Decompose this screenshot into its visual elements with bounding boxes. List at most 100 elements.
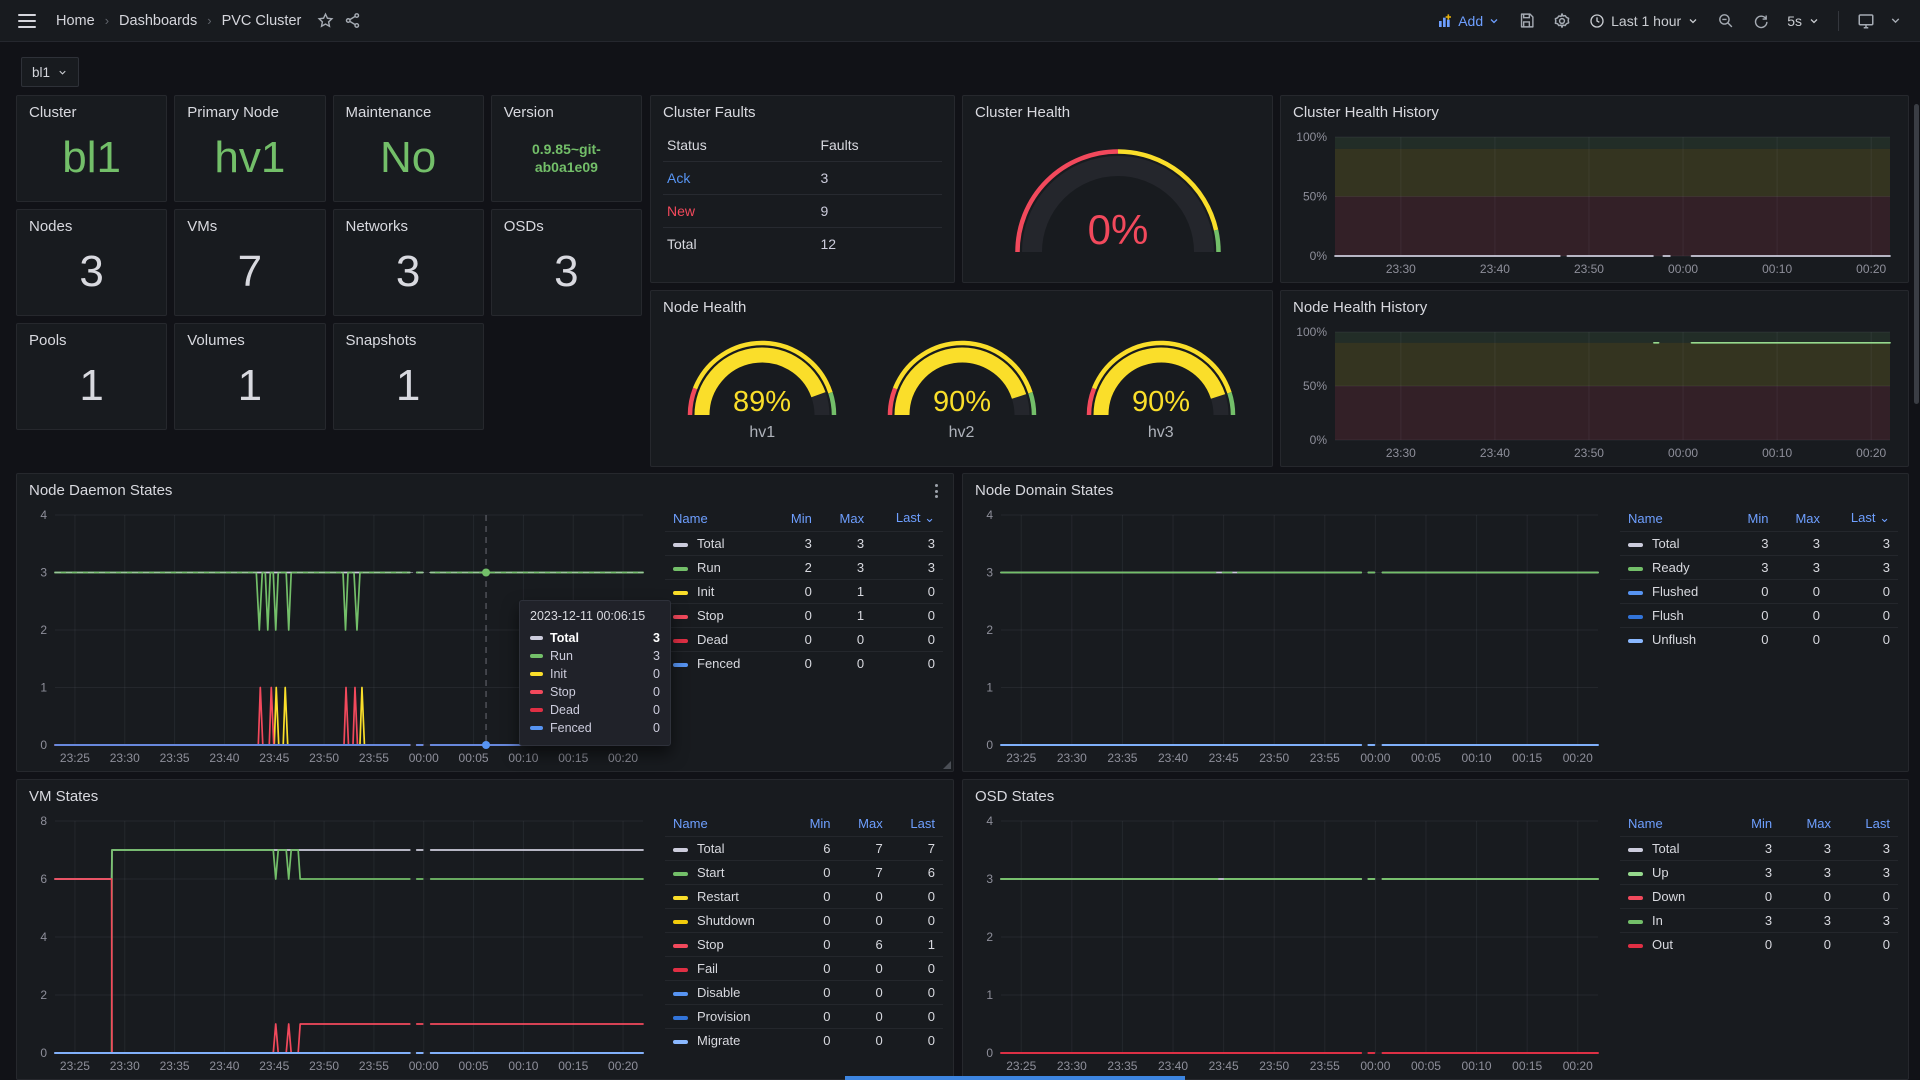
legend-series-name[interactable]: Fail [665,957,791,981]
node-health-history-chart[interactable]: 0%50%100%23:3023:4023:5000:0000:1000:20 [1289,324,1900,462]
legend-col-name[interactable]: Name [665,507,772,532]
legend-series-name[interactable]: Start [665,861,791,885]
chevron-down-icon [1687,15,1699,27]
svg-text:0%: 0% [1087,206,1148,253]
zoom-out-icon[interactable] [1717,12,1734,29]
tooltip-swatch [530,636,543,640]
legend-last: 0 [872,580,943,604]
legend-col-max[interactable]: Max [839,813,891,837]
faults-col-status[interactable]: Status [663,131,816,162]
legend-series-name[interactable]: Flush [1620,604,1730,628]
legend-col-name[interactable]: Name [1620,813,1726,837]
panel-title: Node Daemon States [17,474,953,501]
svg-text:0: 0 [986,1046,993,1060]
legend-series-name[interactable]: Init [665,580,772,604]
svg-text:23:55: 23:55 [359,751,389,765]
legend-series-name[interactable]: In [1620,909,1726,933]
legend-series-name[interactable]: Provision [665,1005,791,1029]
tooltip-swatch [530,690,543,694]
svg-text:0: 0 [40,1046,47,1060]
legend-col-max[interactable]: Max [820,507,872,532]
legend-series-name[interactable]: Run [665,556,772,580]
legend-series-name[interactable]: Restart [665,885,791,909]
svg-text:23:40: 23:40 [1480,262,1510,276]
svg-text:0: 0 [40,738,47,752]
refresh-icon[interactable] [1752,12,1769,29]
clock-icon [1589,13,1605,29]
legend-series-name[interactable]: Ready [1620,556,1730,580]
menu-icon[interactable] [18,14,36,28]
legend-col-name[interactable]: Name [1620,507,1730,532]
legend-max: 3 [1780,837,1839,861]
legend-series-name[interactable]: Stop [665,933,791,957]
legend-col-max[interactable]: Max [1780,813,1839,837]
svg-text:23:30: 23:30 [110,1059,140,1073]
svg-text:23:40: 23:40 [1480,446,1510,460]
legend-series-name[interactable]: Up [1620,861,1726,885]
legend-series-name[interactable]: Fenced [665,652,772,676]
time-range-picker[interactable]: Last 1 hour [1589,13,1699,29]
legend-col-min[interactable]: Min [791,813,839,837]
breadcrumb-home[interactable]: Home [56,13,95,29]
legend-series-name[interactable]: Total [665,532,772,556]
stat-value: 3 [334,237,483,315]
legend-min: 0 [772,628,820,652]
legend-col-min[interactable]: Min [1730,507,1777,532]
faults-col-faults[interactable]: Faults [816,131,942,162]
legend-col-last[interactable]: Last [1839,813,1898,837]
svg-text:23:50: 23:50 [1574,446,1604,460]
table-row: Total12 [663,228,942,261]
legend-col-name[interactable]: Name [665,813,791,837]
share-icon[interactable] [344,12,361,29]
svg-text:00:20: 00:20 [1856,262,1886,276]
svg-text:23:30: 23:30 [110,751,140,765]
legend-series-name[interactable]: Down [1620,885,1726,909]
svg-text:00:05: 00:05 [459,751,489,765]
legend-col-min[interactable]: Min [772,507,820,532]
refresh-interval-picker[interactable]: 5s [1787,13,1820,29]
breadcrumb-page[interactable]: PVC Cluster [222,13,302,29]
legend-series-name[interactable]: Disable [665,981,791,1005]
vm-states-chart[interactable]: 0246823:2523:3023:3523:4023:4523:5023:55… [25,813,653,1075]
breadcrumb-dashboards[interactable]: Dashboards [119,13,197,29]
legend-col-last[interactable]: Last [891,813,943,837]
save-icon[interactable] [1518,12,1535,29]
legend-series-name[interactable]: Flushed [1620,580,1730,604]
legend-series-name[interactable]: Shutdown [665,909,791,933]
legend-series-name[interactable]: Unflush [1620,628,1730,652]
legend-col-min[interactable]: Min [1726,813,1780,837]
osd-states-chart[interactable]: 0123423:2523:3023:3523:4023:4523:5023:55… [971,813,1608,1075]
panel-resize-handle[interactable] [943,761,951,769]
legend-col-last[interactable]: Last ⌄ [872,507,943,532]
node-domain-states-chart[interactable]: 0123423:2523:3023:3523:4023:4523:5023:55… [971,507,1608,767]
legend-max: 3 [820,532,872,556]
add-button[interactable]: Add [1437,13,1500,29]
legend-row: Total333 [1620,532,1898,556]
legend-min: 0 [791,885,839,909]
legend-series-name[interactable]: Stop [665,604,772,628]
svg-text:23:45: 23:45 [1209,751,1239,765]
svg-text:23:30: 23:30 [1057,1059,1087,1073]
cluster-health-history-chart[interactable]: 0%50%100%23:3023:4023:5000:0000:1000:20 [1289,129,1900,278]
legend-series-name[interactable]: Total [1620,837,1726,861]
legend-col-max[interactable]: Max [1777,507,1829,532]
star-icon[interactable] [317,12,334,29]
chart-tooltip: 2023-12-11 00:06:15 Total3Run3Init0Stop0… [519,600,671,746]
vm-states-legend: NameMinMaxLastTotal677Start076Restart000… [665,813,943,1052]
scrollbar[interactable] [1914,104,1919,404]
panel-menu-icon[interactable] [927,482,945,500]
legend-series-name[interactable]: Total [1620,532,1730,556]
node-health-gauge-hv1: 89% hv1 [674,323,850,442]
legend-series-name[interactable]: Migrate [665,1029,791,1053]
svg-text:1: 1 [986,681,993,695]
tv-mode-button[interactable] [1857,12,1902,30]
legend-min: 0 [772,580,820,604]
settings-gear-icon[interactable] [1553,12,1571,30]
legend-series-name[interactable]: Total [665,837,791,861]
legend-col-last[interactable]: Last ⌄ [1828,507,1898,532]
panel-title: OSDs [492,210,641,237]
legend-series-name[interactable]: Dead [665,628,772,652]
legend-series-name[interactable]: Out [1620,933,1726,957]
panel-node-health: Node Health 89% hv1 90% hv2 90% hv3 [650,290,1273,467]
variable-dropdown-cluster[interactable]: bl1 [21,57,79,87]
